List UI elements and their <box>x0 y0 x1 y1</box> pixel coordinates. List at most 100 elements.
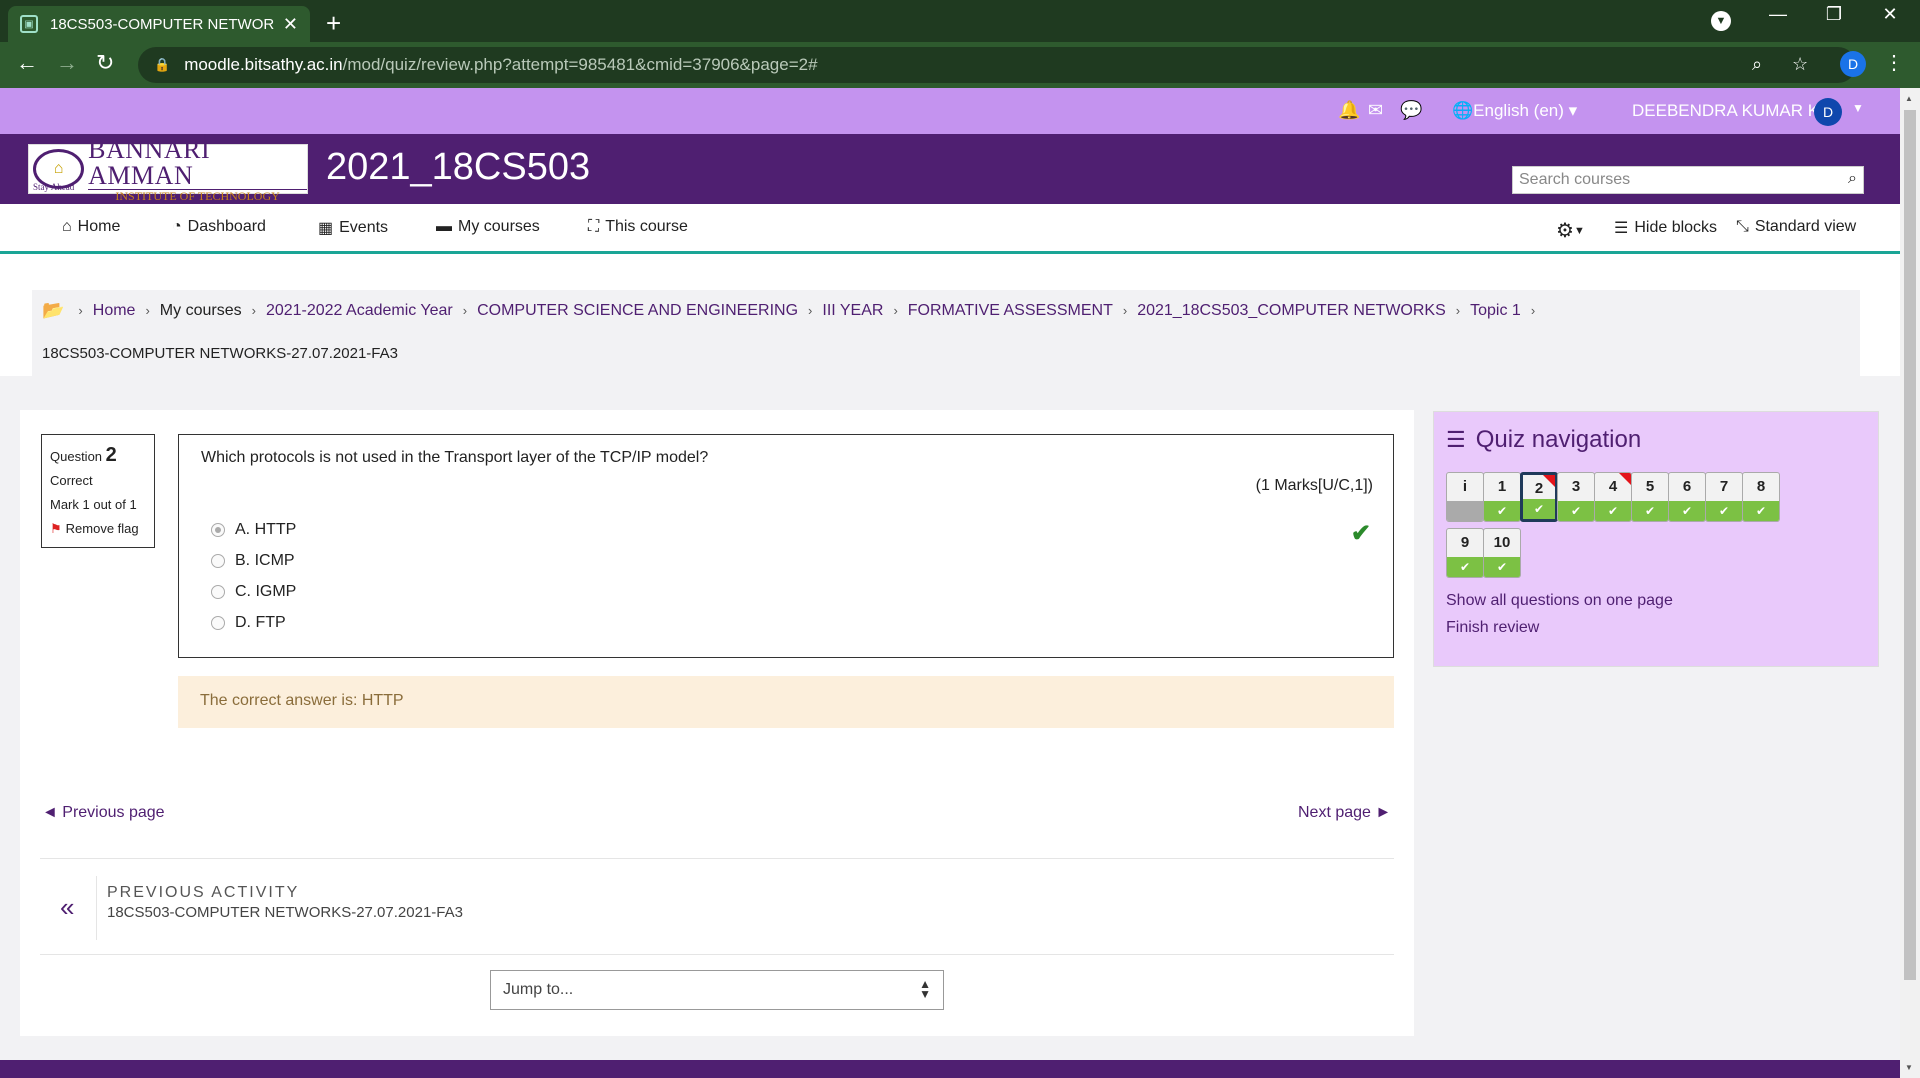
institute-logo[interactable]: ⌂ BANNARI AMMAN INSTITUTE OF TECHNOLOGY … <box>28 136 308 202</box>
quiz-nav-button-label: 7 <box>1719 478 1729 495</box>
site-header: ⌂ BANNARI AMMAN INSTITUTE OF TECHNOLOGY … <box>0 134 1900 204</box>
quiz-nav-button-label: i <box>1462 478 1468 495</box>
settings-gear-icon[interactable]: ⚙ ▼ <box>1556 218 1585 243</box>
tab-search-icon[interactable]: ▼ <box>1711 11 1731 31</box>
quiz-nav-button[interactable]: 7 ✔ <box>1705 472 1743 522</box>
jump-to-select[interactable]: Jump to... ▲ ▼ <box>490 970 944 1010</box>
hide-blocks-label: Hide blocks <box>1634 219 1718 236</box>
check-icon: ✔ <box>1595 501 1631 521</box>
search-courses-input[interactable]: Search courses ⌕ <box>1512 166 1864 194</box>
jump-to-label: Jump to... <box>503 981 574 998</box>
quiz-nav-button-label: 1 <box>1497 478 1507 495</box>
close-tab-icon[interactable]: ✕ <box>283 14 298 35</box>
answer-option[interactable]: A. HTTP <box>211 521 296 539</box>
search-placeholder: Search courses <box>1519 171 1631 188</box>
logo-tagline: Stay Ahead <box>33 182 75 192</box>
previous-page-link[interactable]: ◄ Previous page <box>42 804 165 822</box>
quiz-nav-button[interactable]: 5 ✔ <box>1631 472 1669 522</box>
divider <box>40 858 1394 859</box>
answer-radio-selected[interactable] <box>211 523 225 537</box>
breadcrumb-item[interactable]: 2021_18CS503_COMPUTER NETWORKS <box>1137 302 1446 320</box>
breadcrumb-item[interactable]: 2021-2022 Academic Year <box>266 302 453 320</box>
question-box: Which protocols is not used in the Trans… <box>178 434 1394 658</box>
finish-review-link[interactable]: Finish review <box>1446 619 1539 637</box>
reload-icon[interactable]: ↻ <box>96 50 114 76</box>
messages-envelope-icon[interactable]: ✉ <box>1368 100 1383 121</box>
zoom-icon[interactable]: ⌕ <box>1752 54 1762 75</box>
search-icon[interactable]: ⌕ <box>1848 170 1857 188</box>
close-window-button[interactable]: ✕ <box>1870 4 1910 25</box>
user-menu-caret-icon[interactable]: ▼ <box>1852 101 1864 115</box>
scrollbar-thumb[interactable] <box>1904 110 1916 980</box>
url-path: /mod/quiz/review.php?attempt=985481&cmid… <box>342 55 818 74</box>
language-menu[interactable]: 🌐English (en) ▾ <box>1452 101 1577 121</box>
nav-home[interactable]: ⌂ Home <box>62 218 120 236</box>
user-name[interactable]: DEEBENDRA KUMAR K <box>1632 101 1819 121</box>
scroll-down-icon[interactable]: ▼ <box>1905 1063 1913 1072</box>
breadcrumb-item[interactable]: FORMATIVE ASSESSMENT <box>908 302 1113 320</box>
quiz-nav-button[interactable]: 4 ✔ <box>1594 472 1632 522</box>
divider <box>96 876 97 940</box>
answer-option[interactable]: C. IGMP <box>211 583 296 601</box>
quiz-nav-button[interactable]: 1 ✔ <box>1483 472 1521 522</box>
scroll-up-icon[interactable]: ▲ <box>1905 94 1913 103</box>
breadcrumb-item[interactable]: COMPUTER SCIENCE AND ENGINEERING <box>477 302 798 320</box>
new-tab-button[interactable]: + <box>326 8 341 39</box>
flag-corner-icon <box>1543 475 1555 487</box>
tab-title: 18CS503-COMPUTER NETWORKS <box>50 15 275 33</box>
profile-avatar[interactable]: D <box>1840 51 1866 77</box>
question-state: Correct <box>50 473 93 488</box>
quiz-nav-button[interactable]: 8 ✔ <box>1742 472 1780 522</box>
answer-radio[interactable] <box>211 616 225 630</box>
quiz-nav-button[interactable]: 10 ✔ <box>1483 528 1521 578</box>
answer-radio[interactable] <box>211 554 225 568</box>
next-page-link[interactable]: Next page ► <box>1298 804 1391 822</box>
restore-button[interactable]: ❐ <box>1814 4 1854 25</box>
quiz-nav-button[interactable]: 2 ✔ <box>1520 472 1558 522</box>
bookmark-star-icon[interactable]: ☆ <box>1792 54 1808 75</box>
browser-menu-icon[interactable]: ⋮ <box>1884 50 1904 75</box>
remove-flag-link[interactable]: ⚑ Remove flag <box>50 517 146 541</box>
hide-blocks-button[interactable]: ☰ Hide blocks <box>1614 218 1717 238</box>
previous-activity-link[interactable]: « PREVIOUS ACTIVITY 18CS503-COMPUTER NET… <box>40 872 1394 956</box>
language-label: English (en) <box>1473 101 1564 120</box>
minimize-button[interactable]: — <box>1758 4 1798 25</box>
breadcrumb-item[interactable]: My courses <box>160 302 242 320</box>
previous-activity-title: 18CS503-COMPUTER NETWORKS-27.07.2021-FA3 <box>107 904 463 921</box>
page-scrollbar[interactable]: ▲ ▼ <box>1900 88 1920 1078</box>
quiz-nav-button[interactable]: 9 ✔ <box>1446 528 1484 578</box>
quiz-nav-button[interactable]: i <box>1446 472 1484 522</box>
breadcrumb-current: 18CS503-COMPUTER NETWORKS-27.07.2021-FA3 <box>42 345 398 362</box>
answer-option-label: B. ICMP <box>235 552 295 569</box>
answer-option[interactable]: B. ICMP <box>211 552 295 570</box>
chevron-right-icon: › <box>145 303 150 318</box>
chat-bubble-icon[interactable]: 💬 <box>1400 100 1422 121</box>
answer-option-label: D. FTP <box>235 614 286 631</box>
answer-option[interactable]: D. FTP <box>211 614 286 632</box>
nav-this-course[interactable]: ⛶ This course <box>588 218 688 236</box>
quiz-nav-button[interactable]: 6 ✔ <box>1668 472 1706 522</box>
check-icon: ✔ <box>1669 501 1705 521</box>
address-bar[interactable]: 🔒 moodle.bitsathy.ac.in/mod/quiz/review.… <box>138 47 1856 83</box>
notifications-bell-icon[interactable]: 🔔 <box>1338 100 1360 121</box>
answer-option-label: C. IGMP <box>235 583 297 600</box>
user-avatar[interactable]: D <box>1814 98 1842 126</box>
compress-icon: ⤡ <box>1736 218 1749 235</box>
breadcrumb: 📂 › Home › My courses › 2021-2022 Academic Ye… <box>32 290 1860 376</box>
divider <box>40 954 1394 955</box>
browser-tab[interactable]: ▣ 18CS503-COMPUTER NETWORKS ✕ <box>8 6 310 42</box>
nav-my-courses[interactable]: ▬ My courses <box>436 218 540 236</box>
breadcrumb-item[interactable]: Topic 1 <box>1470 302 1521 320</box>
back-arrow-icon[interactable]: ← <box>16 50 38 76</box>
question-mark: Mark 1 out of 1 <box>50 497 137 512</box>
breadcrumb-item[interactable]: III YEAR <box>822 302 883 320</box>
standard-view-button[interactable]: ⤡ Standard view <box>1736 218 1856 236</box>
forward-arrow-icon[interactable]: → <box>56 50 78 76</box>
breadcrumb-item[interactable]: Home <box>93 302 136 320</box>
quiz-nav-button[interactable]: 3 ✔ <box>1557 472 1595 522</box>
nav-events[interactable]: ▦ Events <box>318 218 388 238</box>
show-all-questions-link[interactable]: Show all questions on one page <box>1446 592 1673 610</box>
answer-radio[interactable] <box>211 585 225 599</box>
question-text: Which protocols is not used in the Trans… <box>201 449 709 466</box>
nav-dashboard[interactable]: ◔ Dashboard <box>172 218 266 236</box>
